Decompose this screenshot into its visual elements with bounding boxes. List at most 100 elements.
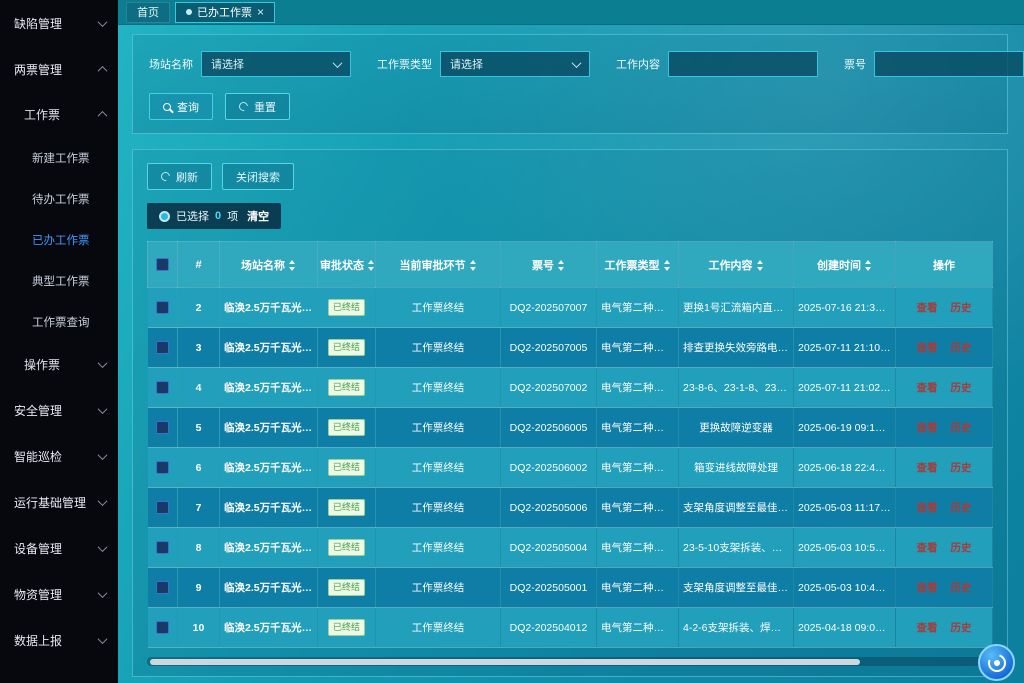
work-content-input[interactable] [668, 51, 818, 77]
status-badge: 已终结 [328, 419, 365, 436]
actions-cell: 查看 历史 [896, 368, 993, 408]
status-cell: 已终结 [318, 608, 376, 648]
sidebar-item-operation-ticket[interactable]: 操作票 [0, 342, 118, 387]
col-header-type[interactable]: 工作票类型 [597, 242, 679, 288]
sidebar-item-label: 新建工作票 [32, 150, 90, 166]
actions-cell: 查看 历史 [896, 488, 993, 528]
main-area: 首页 已办工作票 场站名称 请选择 [118, 0, 1024, 683]
view-link[interactable]: 查看 [917, 542, 938, 554]
col-header-created[interactable]: 创建时间 [794, 242, 896, 288]
ticket-number-input[interactable] [874, 51, 1024, 77]
chevron-down-icon [98, 634, 108, 644]
sidebar-item-two-ticket-management[interactable]: 两票管理 [0, 46, 118, 92]
created-time-cell: 2025-07-16 21:34:57 [794, 288, 896, 328]
view-link[interactable]: 查看 [917, 462, 938, 474]
history-link[interactable]: 历史 [950, 582, 971, 594]
ticket-number-cell: DQ2-202507002 [501, 368, 597, 408]
sidebar-item-defect-management[interactable]: 缺陷管理 [0, 0, 118, 46]
sidebar-item-label: 待办工作票 [32, 191, 90, 207]
row-checkbox[interactable] [156, 381, 169, 394]
row-number: 4 [178, 368, 220, 408]
history-link[interactable]: 历史 [950, 422, 971, 434]
sidebar-item-label: 数据上报 [14, 632, 62, 649]
reset-button[interactable]: 重置 [225, 93, 290, 120]
checkbox-cell [148, 528, 178, 568]
sidebar-item-work-ticket[interactable]: 工作票 [0, 92, 118, 137]
view-link[interactable]: 查看 [917, 342, 938, 354]
ticket-type-select[interactable]: 请选择 [440, 51, 590, 77]
created-time-cell: 2025-05-03 10:44:48 [794, 568, 896, 608]
close-icon[interactable] [257, 5, 264, 19]
sidebar-item-safety-management[interactable]: 安全管理 [0, 387, 118, 433]
sort-icon [368, 260, 375, 271]
chevron-down-icon [98, 450, 108, 460]
clear-selection-link[interactable]: 清空 [247, 208, 269, 224]
row-checkbox[interactable] [156, 581, 169, 594]
sidebar-item-done-work-ticket[interactable]: 已办工作票 [0, 219, 118, 260]
row-checkbox[interactable] [156, 301, 169, 314]
checkbox-cell [148, 448, 178, 488]
history-link[interactable]: 历史 [950, 622, 971, 634]
history-link[interactable]: 历史 [950, 302, 971, 314]
sidebar-item-new-work-ticket[interactable]: 新建工作票 [0, 137, 118, 178]
status-cell: 已终结 [318, 368, 376, 408]
station-name-select[interactable]: 请选择 [201, 51, 351, 77]
row-checkbox[interactable] [156, 541, 169, 554]
created-time-cell: 2025-07-11 21:10:27 [794, 328, 896, 368]
view-link[interactable]: 查看 [917, 302, 938, 314]
row-number: 6 [178, 448, 220, 488]
view-link[interactable]: 查看 [917, 582, 938, 594]
sidebar-item-pending-work-ticket[interactable]: 待办工作票 [0, 178, 118, 219]
tab-done-work-tickets[interactable]: 已办工作票 [175, 2, 275, 23]
ticket-type-cell: 电气第二种工作票 [597, 568, 679, 608]
query-button[interactable]: 查询 [149, 93, 213, 120]
sidebar-item-work-ticket-query[interactable]: 工作票查询 [0, 301, 118, 342]
row-checkbox[interactable] [156, 461, 169, 474]
ticket-number-cell: DQ2-202505004 [501, 528, 597, 568]
ticket-number-cell: DQ2-202507007 [501, 288, 597, 328]
floating-widget-logo-icon[interactable] [978, 644, 1015, 681]
chevron-down-icon [98, 542, 108, 552]
status-badge: 已终结 [328, 299, 365, 316]
sort-icon [289, 260, 296, 271]
history-link[interactable]: 历史 [950, 382, 971, 394]
view-link[interactable]: 查看 [917, 622, 938, 634]
history-link[interactable]: 历史 [950, 502, 971, 514]
tab-home[interactable]: 首页 [126, 2, 170, 23]
history-link[interactable]: 历史 [950, 462, 971, 474]
history-link[interactable]: 历史 [950, 342, 971, 354]
view-link[interactable]: 查看 [917, 422, 938, 434]
col-header-status[interactable]: 审批状态 [318, 242, 376, 288]
col-header-ticket[interactable]: 票号 [501, 242, 597, 288]
view-link[interactable]: 查看 [917, 502, 938, 514]
row-checkbox[interactable] [156, 421, 169, 434]
status-cell: 已终结 [318, 328, 376, 368]
tab-label: 首页 [137, 4, 159, 20]
history-link[interactable]: 历史 [950, 542, 971, 554]
work-content-cell: 23-8-6、23-1-8、23-1-9... [679, 368, 794, 408]
row-checkbox[interactable] [156, 341, 169, 354]
horizontal-scrollbar-thumb[interactable] [150, 659, 860, 665]
sidebar-item-equipment-management[interactable]: 设备管理 [0, 525, 118, 571]
col-header-step[interactable]: 当前审批环节 [376, 242, 501, 288]
col-header-content[interactable]: 工作内容 [679, 242, 794, 288]
view-link[interactable]: 查看 [917, 382, 938, 394]
col-header-station[interactable]: 场站名称 [220, 242, 318, 288]
row-checkbox[interactable] [156, 501, 169, 514]
sidebar-item-data-report[interactable]: 数据上报 [0, 617, 118, 663]
actions-cell: 查看 历史 [896, 328, 993, 368]
close-search-button[interactable]: 关闭搜索 [222, 163, 294, 190]
refresh-button[interactable]: 刷新 [147, 163, 212, 190]
created-time-cell: 2025-05-03 10:57:09 [794, 528, 896, 568]
select-all-checkbox[interactable] [156, 258, 169, 271]
sidebar-item-material-management[interactable]: 物资管理 [0, 571, 118, 617]
row-checkbox[interactable] [156, 621, 169, 634]
work-content-cell: 更换故障逆变器 [679, 408, 794, 448]
sidebar-item-smart-inspection[interactable]: 智能巡检 [0, 433, 118, 479]
created-time-cell: 2025-05-03 11:17:35 [794, 488, 896, 528]
sidebar-item-operation-basic-management[interactable]: 运行基础管理 [0, 479, 118, 525]
sidebar-item-typical-work-ticket[interactable]: 典型工作票 [0, 260, 118, 301]
search-panel: 场站名称 请选择 工作票类型 请选择 工作内 [132, 34, 1008, 134]
ticket-type-cell: 电气第二种工作票 [597, 488, 679, 528]
app-root: 缺陷管理 两票管理 工作票 新建工作票 待办工作票 已办工作票 典型工作票 工作… [0, 0, 1024, 683]
